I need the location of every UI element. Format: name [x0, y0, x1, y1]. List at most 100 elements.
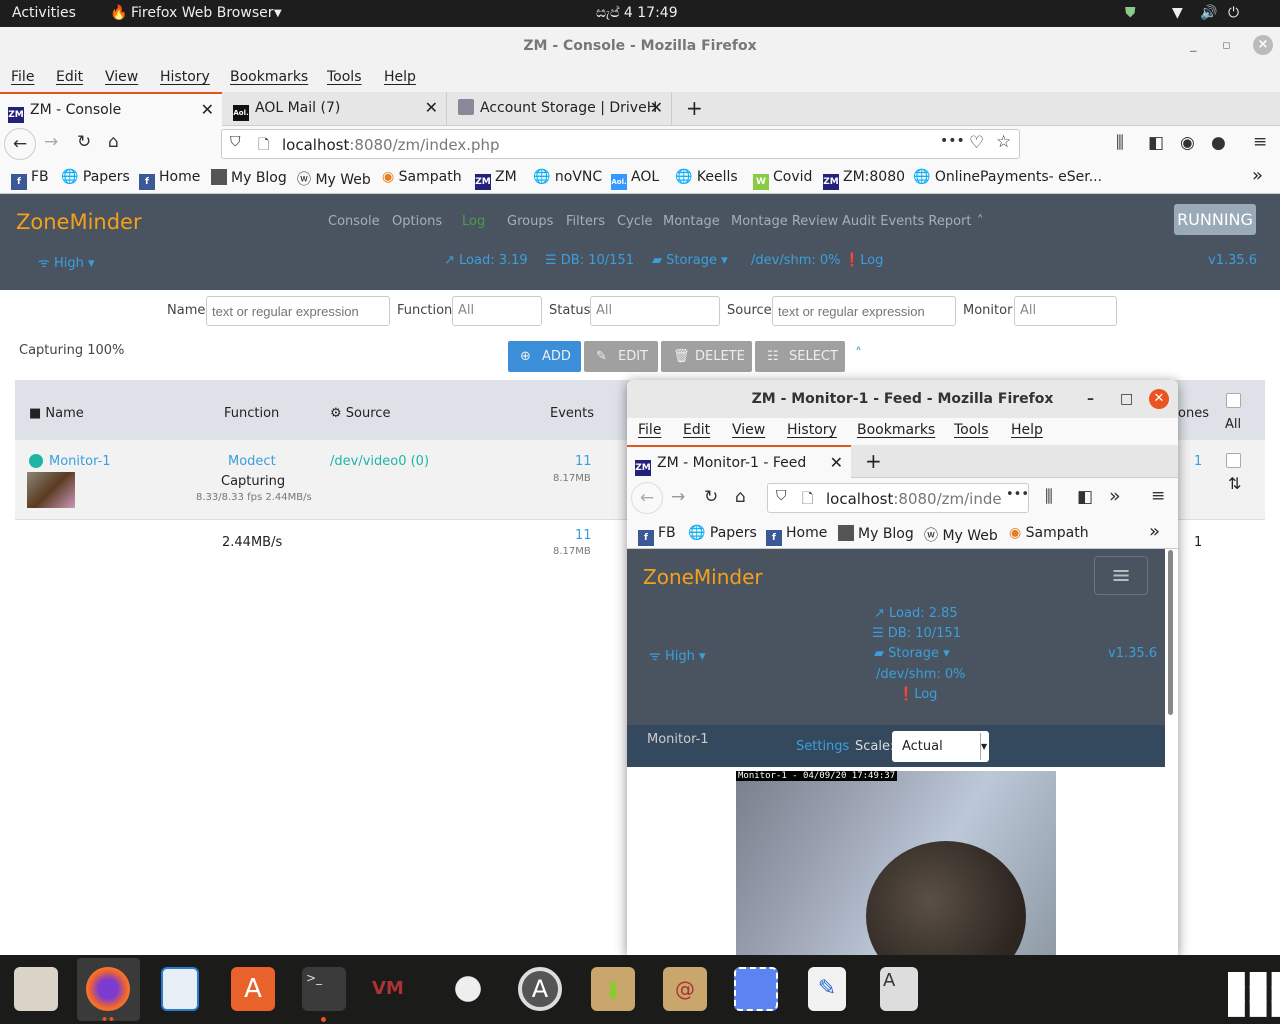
source-link[interactable]: /dev/video0 (0) [330, 454, 429, 469]
menu-tools[interactable]: Tools [327, 69, 362, 85]
tab-zm-console[interactable]: ZM ZM - Console ✕ [0, 92, 222, 126]
close-tab-icon[interactable]: ✕ [201, 94, 214, 126]
pocket-icon[interactable]: ♡ [969, 133, 984, 153]
overflow-icon[interactable]: » [1109, 485, 1121, 507]
bookmark-home[interactable]: f Home [766, 525, 827, 546]
back-button[interactable]: ← [4, 128, 36, 160]
nav-groups[interactable]: Groups [507, 214, 553, 229]
nav-montage-review[interactable]: Montage Review [731, 214, 838, 229]
vmware-icon[interactable]: VM [372, 967, 416, 1011]
menu-edit[interactable]: Edit [56, 69, 83, 85]
navbar-toggle-button[interactable]: ≡ [1094, 556, 1148, 595]
log-link[interactable]: ❗Log [844, 253, 883, 268]
terminal-icon[interactable]: >_ [302, 967, 346, 1011]
name-filter-input[interactable] [206, 296, 390, 326]
bookmark-papers[interactable]: 🌐 Papers [61, 169, 130, 185]
bookmark-aol[interactable]: Aol. AOL [611, 169, 659, 190]
bookmark-zm[interactable]: ZM ZM [475, 169, 517, 190]
bookmark-novnc[interactable]: 🌐 noVNC [533, 169, 602, 185]
function-link[interactable]: Modect [228, 454, 276, 469]
source-filter-input[interactable] [772, 296, 956, 326]
users-icon[interactable] [446, 967, 490, 1011]
reload-button[interactable]: ↻ [77, 132, 91, 152]
more-bookmarks-icon[interactable]: » [1149, 521, 1160, 542]
popup-reload-button[interactable]: ↻ [704, 487, 718, 507]
bookmark-covid[interactable]: W Covid [753, 169, 812, 190]
nav-audit-events-report[interactable]: Audit Events Report [842, 214, 971, 229]
header-source[interactable]: ⚙ Source [330, 406, 390, 421]
sort-handle-icon[interactable]: ⇅ [1228, 474, 1241, 493]
bookmark-fb[interactable]: f FB [638, 525, 676, 546]
run-state-button[interactable]: RUNNING [1174, 204, 1256, 235]
url-bar[interactable]: ⛉ 🗋 localhost:8080/zm/index.php ••• ♡ ☆ [221, 129, 1020, 159]
select-button[interactable]: ☷ SELECT [755, 341, 845, 372]
popup-storage-dropdown[interactable]: ▰ Storage ▾ [874, 646, 950, 661]
popup-new-tab-button[interactable]: + [857, 445, 882, 479]
page-actions-icon[interactable]: ••• [1006, 487, 1029, 502]
shield-icon[interactable]: ⛉ [230, 134, 241, 150]
software-center-icon[interactable]: A [231, 967, 275, 1011]
firefox-icon[interactable] [86, 967, 130, 1011]
page-actions-icon[interactable]: ••• [940, 133, 965, 149]
bookmark-keells[interactable]: 🌐 Keells [675, 169, 738, 185]
monitor-live-feed[interactable]: Monitor-1 - 04/09/20 17:49:37 [736, 771, 1056, 956]
zm-brand[interactable]: ZoneMinder [16, 210, 142, 234]
library-icon[interactable]: ⫼ [1045, 487, 1053, 507]
header-zones[interactable]: ones [1178, 406, 1209, 421]
row-checkbox[interactable] [1226, 453, 1241, 468]
wifi-icon[interactable]: ▼ [1172, 5, 1183, 21]
close-tab-icon[interactable]: ✕ [650, 92, 663, 124]
menu-history[interactable]: History [160, 69, 210, 85]
header-name[interactable]: ■ Name [29, 406, 84, 421]
popup-close-button[interactable]: ✕ [1149, 389, 1169, 409]
bookmark-sampath[interactable]: ◉ Sampath [382, 169, 462, 185]
scale-select[interactable]: Actual ▼ [892, 731, 989, 762]
nav-console[interactable]: Console [328, 214, 380, 229]
header-function[interactable]: Function [224, 406, 279, 421]
popup-bandwidth-dropdown[interactable]: ᯤ High ▾ [649, 646, 706, 664]
account-icon[interactable]: ◉ [1180, 133, 1195, 153]
bookmark-online-payments[interactable]: 🌐 OnlinePayments- eSer... [913, 169, 1102, 185]
volume-icon[interactable]: 🔊 [1200, 5, 1217, 21]
bookmark-my-web[interactable]: ⓦ My Web [297, 169, 371, 189]
menu-file[interactable]: File [11, 69, 34, 85]
bookmark-sampath[interactable]: ◉ Sampath [1009, 525, 1089, 541]
close-button[interactable]: × [1253, 35, 1273, 55]
bandwidth-dropdown[interactable]: ᯤ High ▾ [38, 253, 95, 271]
bookmark-zm-8080[interactable]: ZM ZM:8080 [823, 169, 905, 190]
popup-menu-bookmarks[interactable]: Bookmarks [857, 422, 935, 438]
version[interactable]: v1.35.6 [1208, 253, 1257, 268]
monitor-name-link[interactable]: Monitor-1 [49, 454, 111, 469]
popup-version[interactable]: v1.35.6 [1108, 646, 1157, 661]
debian-package-icon[interactable]: @ [663, 967, 707, 1011]
settings-link[interactable]: Settings [796, 739, 849, 754]
clock[interactable]: සැප් 4 17:49 [596, 5, 678, 21]
events-count-link[interactable]: 11 [575, 454, 592, 469]
popup-menu-history[interactable]: History [787, 422, 837, 438]
popup-maximize-button[interactable]: □ [1120, 380, 1133, 418]
popup-menu-file[interactable]: File [638, 422, 661, 438]
sidebar-icon[interactable]: ◧ [1148, 133, 1164, 153]
bookmark-fb[interactable]: f FB [11, 169, 49, 190]
software-updater-icon[interactable]: A [518, 967, 562, 1011]
popup-tab-feed[interactable]: ZM ZM - Monitor-1 - Feed ✕ [627, 445, 851, 479]
delete-button[interactable]: 🗑 DELETE [661, 341, 752, 372]
tab-account-storage[interactable]: Account Storage | DriveH ✕ [450, 92, 672, 126]
total-events-link[interactable]: 11 [575, 528, 592, 543]
popup-menu-help[interactable]: Help [1011, 422, 1043, 438]
app-menu[interactable]: Firefox Web Browser [131, 5, 274, 21]
storage-dropdown[interactable]: ▰ Storage ▾ [652, 253, 728, 268]
menu-bookmarks[interactable]: Bookmarks [230, 69, 308, 85]
library-icon[interactable]: ⫼ [1116, 133, 1124, 153]
activities-button[interactable]: Activities [12, 5, 76, 21]
nav-log[interactable]: Log [462, 214, 485, 229]
minimize-button[interactable]: _ [1190, 27, 1197, 65]
screenshot-icon[interactable] [734, 967, 778, 1011]
edit-button[interactable]: ✎ EDIT [584, 341, 658, 372]
bookmark-my-blog[interactable]: My Blog [838, 525, 914, 542]
popup-home-button[interactable]: ⌂ [735, 487, 746, 507]
hamburger-menu-icon[interactable]: ≡ [1253, 132, 1267, 152]
extension-icon[interactable]: ● [1211, 133, 1226, 153]
text-editor-icon[interactable]: ✎ [808, 967, 846, 1011]
power-icon[interactable]: ⏻ [1228, 5, 1239, 21]
